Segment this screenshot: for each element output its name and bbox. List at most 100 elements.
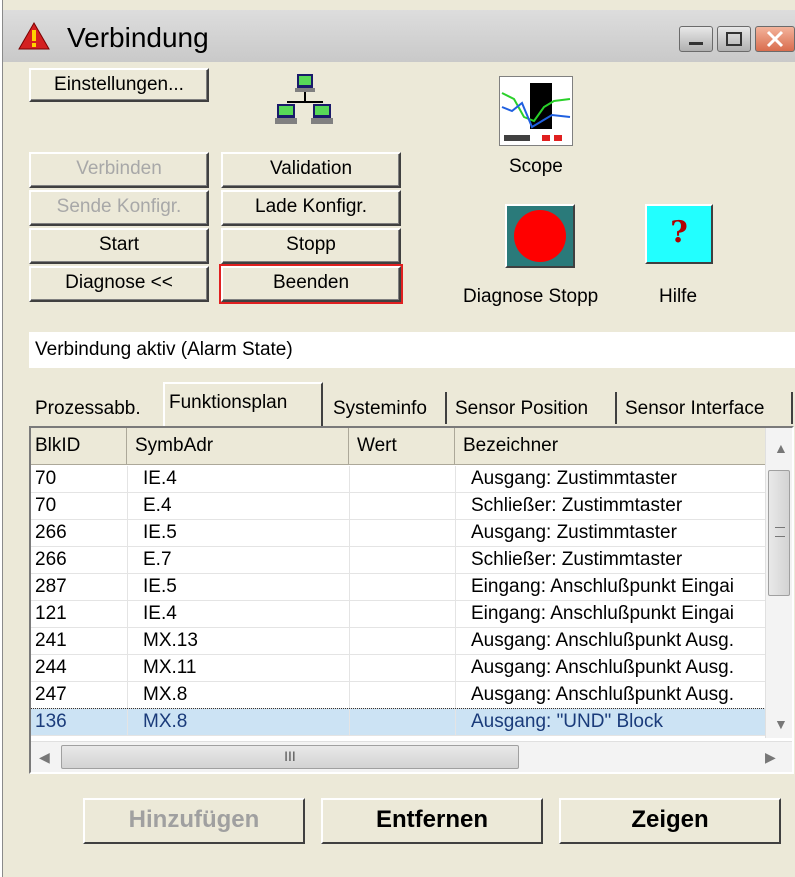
table-row[interactable]: 266 E.7 Schließer: Zustimmtaster: [31, 547, 771, 574]
column-header-wert[interactable]: Wert: [349, 428, 455, 464]
column-header-bezeichner[interactable]: Bezeichner: [455, 428, 771, 464]
tab-sensor-position[interactable]: Sensor Position: [451, 392, 592, 426]
cell-symbadr: MX.11: [143, 657, 197, 678]
column-divider: [349, 628, 350, 655]
table-row[interactable]: 241 MX.13 Ausgang: Anschlußpunkt Ausg.: [31, 628, 771, 655]
diagnose-button[interactable]: Diagnose <<: [29, 266, 209, 302]
validation-button[interactable]: Validation: [221, 152, 401, 188]
cell-symbadr: MX.8: [143, 684, 188, 705]
column-divider: [349, 547, 350, 574]
column-divider: [455, 520, 456, 547]
table-row[interactable]: 70 E.4 Schließer: Zustimmtaster: [31, 493, 771, 520]
cell-wert: [353, 682, 453, 708]
send-config-button[interactable]: Sende Konfigr.: [29, 190, 209, 226]
cell-bezeichner: Ausgang: Anschlußpunkt Ausg.: [471, 684, 735, 705]
table-row[interactable]: 266 IE.5 Ausgang: Zustimmtaster: [31, 520, 771, 547]
horizontal-scrollbar[interactable]: ◀ III ▶: [31, 741, 792, 772]
scroll-down-icon[interactable]: ▼: [774, 716, 788, 732]
cell-blkid: 70: [35, 495, 57, 516]
cell-symbadr: IE.4: [143, 468, 177, 489]
cell-symbadr: E.7: [143, 549, 172, 570]
load-config-button[interactable]: Lade Konfigr.: [221, 190, 401, 226]
scroll-left-icon[interactable]: ◀: [39, 749, 50, 766]
tab-separator: [445, 392, 447, 424]
function-plan-table[interactable]: BlkID SymbAdr Wert Bezeichner 70 IE.4 Ausg…: [29, 426, 794, 774]
cell-blkid: 136: [35, 711, 67, 732]
maximize-icon: [726, 32, 742, 46]
show-button[interactable]: Zeigen: [559, 798, 781, 844]
cell-symbadr: IE.5: [143, 522, 177, 543]
connection-window: Verbindung Einstellungen... Verbinden Va…: [2, 0, 795, 877]
cell-bezeichner: Ausgang: Zustimmtaster: [471, 468, 677, 489]
scope-button[interactable]: [499, 76, 573, 146]
help-label: Hilfe: [659, 286, 698, 307]
table-row[interactable]: 244 MX.11 Ausgang: Anschlußpunkt Ausg.: [31, 655, 771, 682]
cell-bezeichner: Schließer: Zustimmtaster: [471, 549, 683, 570]
column-divider: [127, 547, 128, 574]
stop-button[interactable]: Stopp: [221, 228, 401, 264]
column-divider: [349, 574, 350, 601]
table-row[interactable]: 136 MX.8 Ausgang: "UND" Block: [31, 708, 772, 736]
cell-wert: [353, 628, 453, 654]
help-button[interactable]: ?: [645, 204, 713, 264]
column-divider: [349, 601, 350, 628]
connect-button[interactable]: Verbinden: [29, 152, 209, 188]
close-button[interactable]: [755, 26, 795, 52]
quit-button[interactable]: Beenden: [219, 264, 403, 304]
status-text: Verbindung aktiv (Alarm State): [29, 332, 795, 368]
column-header-blkid[interactable]: BlkID: [31, 428, 127, 464]
vertical-scroll-thumb[interactable]: [768, 470, 790, 596]
column-divider: [127, 493, 128, 520]
column-divider: [349, 493, 350, 520]
minimize-button[interactable]: [679, 26, 713, 52]
table-row[interactable]: 121 IE.4 Eingang: Anschlußpunkt Eingai: [31, 601, 771, 628]
cell-wert: [353, 709, 453, 735]
table-row[interactable]: 247 MX.8 Ausgang: Anschlußpunkt Ausg.: [31, 682, 771, 709]
cell-bezeichner: Eingang: Anschlußpunkt Eingai: [471, 603, 735, 624]
column-header-symbadr[interactable]: SymbAdr: [127, 428, 349, 464]
maximize-button[interactable]: [717, 26, 751, 52]
column-divider: [349, 682, 350, 709]
tab-systeminfo[interactable]: Systeminfo: [329, 392, 431, 426]
scroll-up-icon[interactable]: ▲: [774, 440, 788, 456]
row-divider: [31, 735, 771, 736]
tab-bar: Prozessabb. Funktionsplan Systeminfo Sen…: [29, 380, 795, 428]
add-button[interactable]: Hinzufügen: [83, 798, 305, 844]
start-button[interactable]: Start: [29, 228, 209, 264]
column-divider: [455, 466, 456, 493]
warning-icon: [18, 21, 50, 50]
help-icon: ?: [670, 215, 688, 250]
table-row[interactable]: 287 IE.5 Eingang: Anschlußpunkt Eingai: [31, 574, 771, 601]
title-bar[interactable]: Verbindung: [3, 10, 795, 62]
cell-symbadr: MX.8: [143, 711, 188, 732]
scope-icon: [500, 77, 572, 145]
cell-wert: [353, 547, 453, 573]
column-divider: [127, 574, 128, 601]
cell-symbadr: MX.13: [143, 630, 198, 651]
cell-bezeichner: Ausgang: Zustimmtaster: [471, 522, 677, 543]
horizontal-scroll-thumb[interactable]: III: [61, 745, 519, 769]
tab-prozessabb[interactable]: Prozessabb.: [31, 392, 145, 426]
cell-symbadr: IE.4: [143, 603, 177, 624]
settings-button[interactable]: Einstellungen...: [29, 68, 209, 102]
vertical-scrollbar[interactable]: ▲ ▼: [765, 428, 792, 738]
cell-bezeichner: Ausgang: Anschlußpunkt Ausg.: [471, 657, 735, 678]
column-divider: [455, 628, 456, 655]
table-header: BlkID SymbAdr Wert Bezeichner: [31, 428, 771, 465]
column-divider: [127, 628, 128, 655]
column-divider: [455, 682, 456, 709]
tab-sensor-interface[interactable]: Sensor Interface: [621, 392, 768, 426]
cell-wert: [353, 601, 453, 627]
column-divider: [349, 709, 350, 736]
tab-separator: [615, 392, 617, 424]
remove-button[interactable]: Entfernen: [321, 798, 543, 844]
cell-blkid: 121: [35, 603, 67, 624]
diagnose-stop-button[interactable]: [505, 204, 575, 268]
scroll-right-icon[interactable]: ▶: [765, 749, 776, 766]
cell-wert: [353, 655, 453, 681]
column-divider: [349, 466, 350, 493]
cell-bezeichner: Ausgang: Anschlußpunkt Ausg.: [471, 630, 735, 651]
table-row[interactable]: 70 IE.4 Ausgang: Zustimmtaster: [31, 466, 771, 493]
diagnose-stop-label: Diagnose Stopp: [463, 286, 599, 307]
tab-funktionsplan[interactable]: Funktionsplan: [163, 382, 323, 428]
